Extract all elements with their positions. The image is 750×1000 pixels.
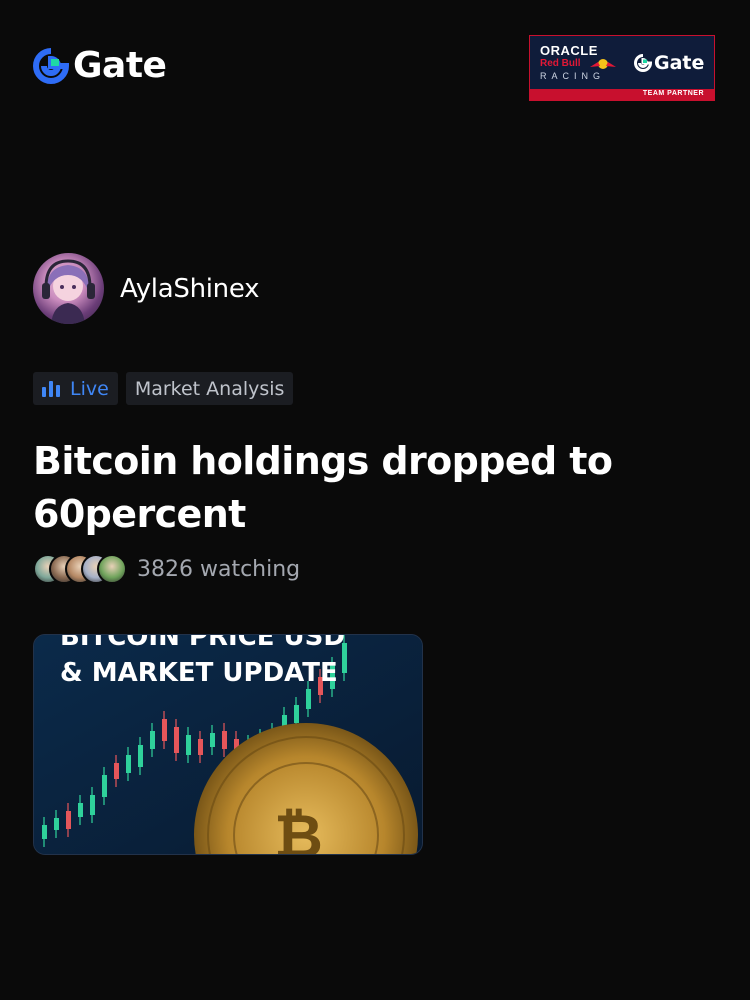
- live-tag[interactable]: Live: [33, 372, 118, 405]
- candle-body: [114, 763, 119, 779]
- partner-strip-text: TEAM PARTNER: [642, 90, 704, 97]
- gate-logo-text: Gate: [73, 45, 167, 86]
- candle-body: [126, 755, 131, 773]
- candle-body: [198, 739, 203, 755]
- post-thumbnail[interactable]: BITCOIN PRICE USD & MARKET UPDATE ₿: [33, 634, 423, 855]
- candle-body: [54, 818, 59, 830]
- post-title[interactable]: Bitcoin holdings dropped to 60percent: [33, 435, 673, 541]
- watchers-row: 3826 watching: [33, 554, 300, 584]
- partner-banner[interactable]: ORACLE Red Bull RACING Gate TEAM PARTNER: [529, 35, 715, 101]
- category-tag[interactable]: Market Analysis: [125, 372, 294, 405]
- candle-body: [78, 803, 83, 817]
- gate-logo-icon: [33, 48, 69, 84]
- author-avatar-image: [42, 259, 95, 324]
- thumbnail-headline-top: BITCOIN PRICE USD: [60, 635, 345, 652]
- thumbnail-image: BITCOIN PRICE USD & MARKET UPDATE ₿: [34, 635, 422, 855]
- candle-body: [162, 719, 167, 741]
- candle-body: [294, 705, 299, 723]
- watcher-avatar: [97, 554, 127, 584]
- candle-body: [42, 825, 47, 839]
- author-avatar[interactable]: [33, 253, 104, 324]
- partner-gate-logo: Gate: [634, 52, 704, 74]
- partner-racing-text: RACING: [540, 71, 606, 81]
- bitcoin-symbol: ₿: [274, 802, 323, 855]
- candle-body: [174, 727, 179, 753]
- redbull-icon: [590, 59, 616, 69]
- live-tag-label: Live: [70, 377, 109, 400]
- partner-redbull-text: Red Bull: [540, 58, 581, 69]
- gate-logo[interactable]: Gate: [33, 45, 167, 86]
- partner-strip: TEAM PARTNER: [530, 89, 714, 100]
- candle-body: [138, 745, 143, 767]
- tag-row: Live Market Analysis: [33, 372, 294, 405]
- candle-body: [150, 731, 155, 749]
- category-tag-label: Market Analysis: [134, 377, 285, 400]
- candle-body: [306, 689, 311, 709]
- candle-body: [90, 795, 95, 815]
- candle-body: [210, 733, 215, 747]
- thumbnail-headline-bottom: & MARKET UPDATE: [60, 658, 338, 688]
- live-bars-icon: [42, 380, 60, 397]
- partner-oracle-text: ORACLE: [540, 43, 598, 58]
- gate-logo-icon: [634, 54, 652, 72]
- partner-gate-text: Gate: [654, 52, 705, 74]
- candle-body: [102, 775, 107, 797]
- candle-body: [186, 735, 191, 755]
- author-name[interactable]: AylaShinex: [120, 274, 259, 304]
- watching-count: 3826 watching: [137, 556, 301, 582]
- candle-body: [66, 811, 71, 829]
- candle-body: [222, 731, 227, 749]
- author-row[interactable]: AylaShinex: [33, 253, 259, 324]
- watcher-avatar-stack: [33, 554, 127, 584]
